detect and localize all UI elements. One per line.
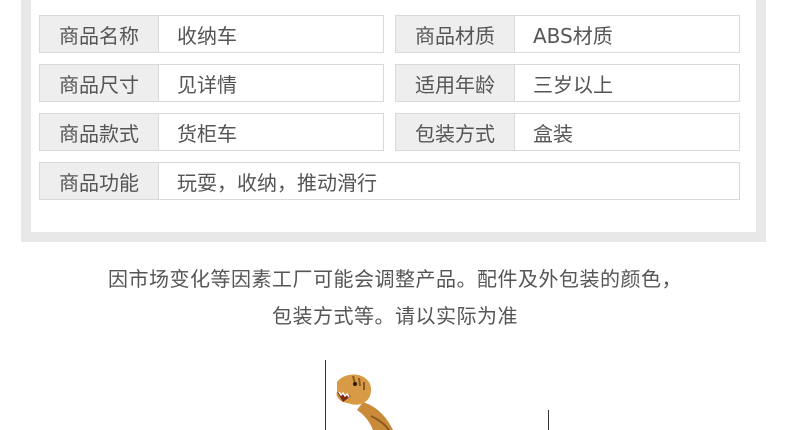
spec-row-packaging: 包装方式 盒装 [395,113,740,151]
spec-row-style: 商品款式 货柜车 [39,113,384,151]
spec-label: 适用年龄 [396,65,515,101]
image-divider-right [548,410,549,430]
spec-value: 盒装 [533,121,573,146]
spec-value: 收纳车 [177,23,237,48]
spec-label: 商品款式 [40,114,159,150]
spec-label: 商品材质 [396,16,515,52]
spec-row-size: 商品尺寸 见详情 [39,64,384,102]
spec-row-function: 商品功能 玩耍，收纳，推动滑行 [39,162,740,200]
dinosaur-toy-image [336,374,393,430]
spec-label: 商品名称 [40,16,159,52]
spec-label: 商品功能 [40,163,159,199]
spec-value: 货柜车 [177,121,237,146]
spec-row-age: 适用年龄 三岁以上 [395,64,740,102]
spec-value: ABS材质 [533,23,613,48]
notice-line-1: 因市场变化等因素工厂可能会调整产品。配件及外包装的颜色， [108,267,682,291]
spec-value: 三岁以上 [533,72,613,97]
notice-line-2: 包装方式等。请以实际为准 [272,304,518,328]
image-divider-left [325,360,326,430]
spec-value: 见详情 [177,72,237,97]
spec-row-product-name: 商品名称 收纳车 [39,15,384,53]
spec-value: 玩耍，收纳，推动滑行 [177,170,377,195]
spec-label: 商品尺寸 [40,65,159,101]
spec-row-material: 商品材质 ABS材质 [395,15,740,53]
spec-label: 包装方式 [396,114,515,150]
